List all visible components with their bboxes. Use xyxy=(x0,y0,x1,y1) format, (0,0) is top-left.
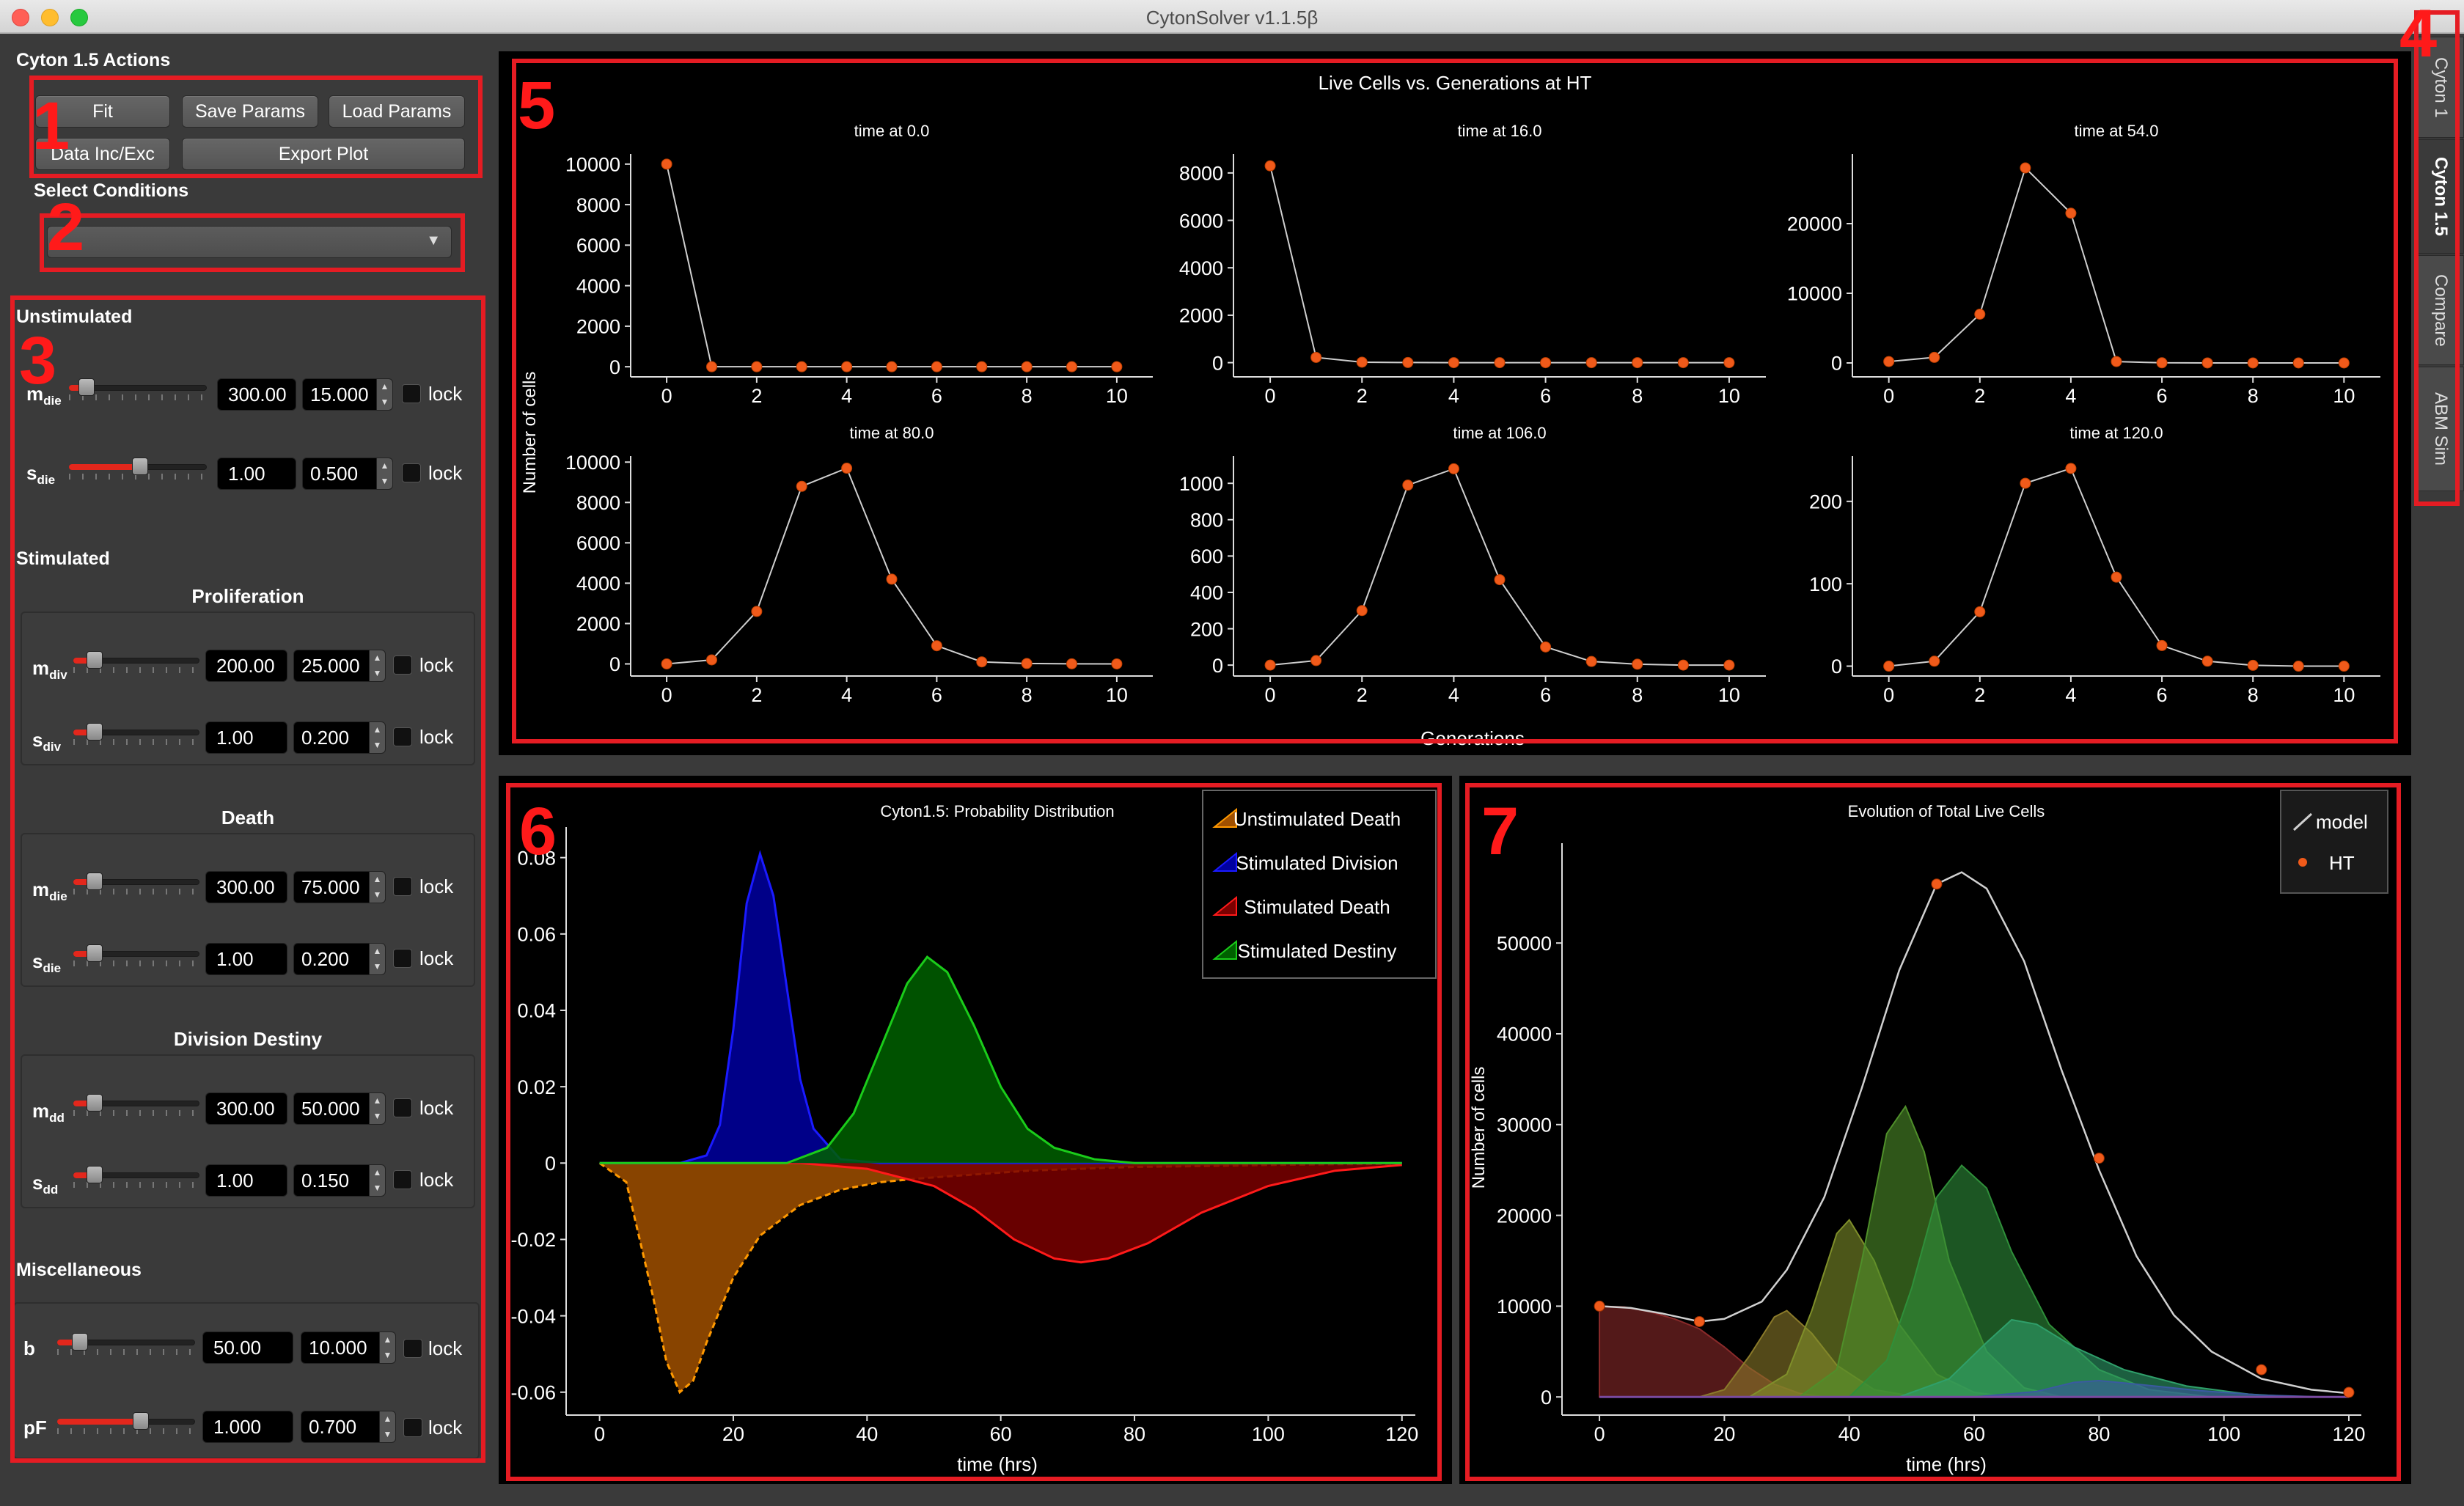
annotation-box-2 xyxy=(40,213,465,272)
annotation-box-4 xyxy=(2414,10,2460,506)
title-bar: CytonSolver v1.1.5β xyxy=(0,0,2464,34)
annotation-number-5: 5 xyxy=(518,68,556,143)
annotation-box-3 xyxy=(10,295,485,1463)
annotation-number-6: 6 xyxy=(519,794,557,869)
annotation-number-1: 1 xyxy=(32,89,70,164)
annotation-number-2: 2 xyxy=(47,190,85,265)
annotation-box-5 xyxy=(512,59,2398,743)
window-title: CytonSolver v1.1.5β xyxy=(1145,7,1319,29)
annotation-number-3: 3 xyxy=(19,323,57,398)
annotation-box-6 xyxy=(506,783,1442,1481)
annotation-number-4: 4 xyxy=(2399,0,2438,71)
actions-title: Cyton 1.5 Actions xyxy=(16,50,171,70)
annotation-box-7 xyxy=(1465,783,2401,1481)
annotation-number-7: 7 xyxy=(1481,794,1519,869)
annotation-box-1 xyxy=(29,76,483,178)
